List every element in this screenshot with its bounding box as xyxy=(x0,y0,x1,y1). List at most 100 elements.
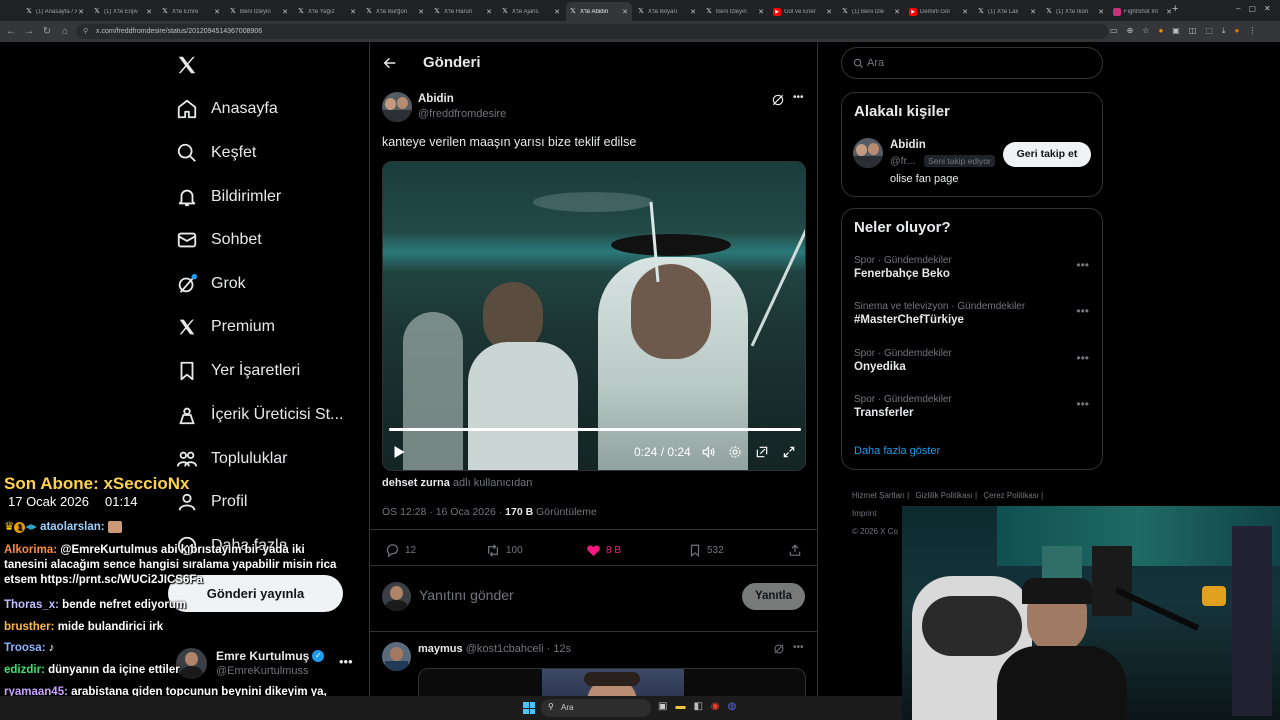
browser-tab[interactable]: 𝕏 X'te Yağız ✕ xyxy=(294,2,360,21)
cast-icon[interactable]: ▭ xyxy=(1110,26,1118,36)
bookmark-action[interactable]: 532 xyxy=(688,543,724,558)
trend-item[interactable]: Spor · Gündemdekiler Onyedika xyxy=(854,348,1092,373)
browser-tab[interactable]: 𝕏 X'te Abidin ✕ xyxy=(566,2,632,21)
file-explorer-icon[interactable]: ▬ xyxy=(675,701,685,712)
more-dots-icon[interactable]: ••• xyxy=(1076,258,1089,272)
puzzle-icon[interactable]: ⬚ xyxy=(1205,26,1213,36)
show-more-link[interactable]: Daha fazla göster xyxy=(854,445,940,457)
close-tab-icon[interactable]: ✕ xyxy=(893,8,901,16)
windows-start-icon[interactable] xyxy=(523,702,535,714)
close-tab-icon[interactable]: ✕ xyxy=(281,8,289,16)
close-tab-icon[interactable]: ✕ xyxy=(485,8,493,16)
back-arrow-icon[interactable] xyxy=(382,55,398,71)
close-tab-icon[interactable]: ✕ xyxy=(77,8,85,16)
browser-tab[interactable]: 𝕏 (1) Anasayfa / X ✕ xyxy=(22,2,88,21)
relevant-handle[interactable]: @fr... xyxy=(890,155,915,167)
close-tab-icon[interactable]: ✕ xyxy=(417,8,425,16)
close-tab-icon[interactable]: ✕ xyxy=(1029,8,1037,16)
reload-icon[interactable]: ↻ xyxy=(38,26,56,37)
reply-input[interactable]: Yanıtını gönder xyxy=(419,587,514,603)
extension-icon[interactable]: ▣ xyxy=(1172,26,1180,36)
grok-post-icon[interactable] xyxy=(771,93,785,107)
settings-gear-icon[interactable] xyxy=(728,445,742,459)
close-tab-icon[interactable]: ✕ xyxy=(1097,8,1105,16)
nav-home[interactable]: Anasayfa xyxy=(176,94,278,124)
post-timestamp[interactable]: ÖS 12:28 · 16 Oca 2026 · xyxy=(382,506,502,518)
browser-tab[interactable]: 𝕏 X'te Ajans ✕ xyxy=(498,2,564,21)
more-dots-icon[interactable]: ••• xyxy=(339,654,353,669)
play-icon[interactable] xyxy=(393,445,406,459)
nav-messages[interactable]: Sohbet xyxy=(176,225,262,255)
nav-notifications[interactable]: Bildirimler xyxy=(176,182,281,212)
taskbar-search[interactable]: ⚲ Ara xyxy=(541,699,651,717)
address-bar[interactable]: ⚲ x.com/freddfromdesire/status/2012094514… xyxy=(76,24,1108,39)
close-tab-icon[interactable]: ✕ xyxy=(145,8,153,16)
forward-icon[interactable]: → xyxy=(20,26,38,37)
nav-communities[interactable]: Topluluklar xyxy=(176,444,287,474)
close-tab-icon[interactable]: ✕ xyxy=(621,8,629,16)
browser-tab[interactable]: 𝕏 X'te Boyarı ✕ xyxy=(634,2,700,21)
fullscreen-icon[interactable] xyxy=(782,445,796,459)
browser-tab[interactable]: 𝕏 (1) X'te Lali ✕ xyxy=(974,2,1040,21)
footer-link[interactable]: Hizmet Şartları xyxy=(852,491,905,500)
reply-author-name[interactable]: maymus xyxy=(418,643,463,655)
nav-bookmarks[interactable]: Yer İşaretleri xyxy=(176,356,300,386)
task-view-icon[interactable]: ▣ xyxy=(658,701,667,712)
relevant-name[interactable]: Abidin xyxy=(890,139,926,151)
menu-icon[interactable]: ⋮ xyxy=(1248,26,1256,36)
search-box[interactable]: Ara xyxy=(841,47,1103,79)
relevant-avatar[interactable] xyxy=(853,138,883,168)
browser-tab[interactable]: 𝕏 X'te Emre ✕ xyxy=(158,2,224,21)
more-dots-icon[interactable]: ••• xyxy=(793,642,804,653)
browser-tab[interactable]: 𝕏 (1) X'te İkon ✕ xyxy=(1042,2,1108,21)
reply-action[interactable]: 12 xyxy=(385,543,416,558)
like-action[interactable]: 8 B xyxy=(586,543,621,558)
download-icon[interactable]: ⤓ xyxy=(1222,26,1226,36)
reply-button[interactable]: Yanıtla xyxy=(742,583,805,610)
author-handle[interactable]: @freddfromdesire xyxy=(418,108,506,120)
star-icon[interactable]: ☆ xyxy=(1142,26,1149,36)
close-tab-icon[interactable]: ✕ xyxy=(689,8,697,16)
reply-avatar[interactable] xyxy=(382,642,411,671)
footer-link[interactable]: Gizlilik Politikası xyxy=(915,491,972,500)
author-avatar[interactable] xyxy=(382,92,412,122)
zoom-icon[interactable]: ⊕ xyxy=(1127,26,1134,36)
credit-user[interactable]: dehset zurna xyxy=(382,477,450,489)
window-controls[interactable]: –▢✕ xyxy=(1236,4,1279,13)
browser-tab[interactable]: 𝕏 (1) Beni İzle ✕ xyxy=(838,2,904,21)
extension-icon[interactable]: ● xyxy=(1158,26,1163,36)
grok-post-icon[interactable] xyxy=(773,643,785,655)
home-icon[interactable]: ⌂ xyxy=(56,26,74,37)
more-dots-icon[interactable]: ••• xyxy=(793,92,804,103)
chrome-icon[interactable]: ◉ xyxy=(711,701,720,712)
share-icon[interactable] xyxy=(788,543,802,558)
reply-author-handle[interactable]: @kost1cbahceli xyxy=(466,643,544,655)
discord-icon[interactable]: ◍ xyxy=(728,701,737,712)
new-tab-button[interactable]: + xyxy=(1172,3,1178,15)
browser-tab[interactable]: 𝕏 X'te Burğon ✕ xyxy=(362,2,428,21)
browser-tab[interactable]: 𝕏 X'te Harun ✕ xyxy=(430,2,496,21)
browser-tab[interactable]: ▶ Demirli Göl ✕ xyxy=(906,2,972,21)
close-tab-icon[interactable]: ✕ xyxy=(825,8,833,16)
more-dots-icon[interactable]: ••• xyxy=(1076,397,1089,411)
close-tab-icon[interactable]: ✕ xyxy=(213,8,221,16)
browser-tab[interactable]: 𝕏 Beni İzleyin ✕ xyxy=(226,2,292,21)
close-tab-icon[interactable]: ✕ xyxy=(553,8,561,16)
footer-link[interactable]: Çerez Politikası xyxy=(983,491,1039,500)
video-player[interactable]: 0:24 / 0:24 xyxy=(382,161,806,471)
volume-icon[interactable] xyxy=(701,445,716,459)
browser-tab[interactable]: ▶ Gol ve Ener ✕ xyxy=(770,2,836,21)
profile-avatar[interactable]: ● xyxy=(1235,26,1240,36)
trend-item[interactable]: Spor · Gündemdekiler Transferler xyxy=(854,394,1092,419)
nav-grok[interactable]: Grok xyxy=(176,269,246,299)
nav-explore[interactable]: Keşfet xyxy=(176,138,256,168)
close-tab-icon[interactable]: ✕ xyxy=(349,8,357,16)
extension-icon[interactable]: ◫ xyxy=(1189,26,1197,36)
account-switcher[interactable]: Emre Kurtulmuş ✓ @EmreKurtulmuss ••• xyxy=(176,646,356,682)
footer-link[interactable]: Imprint xyxy=(852,509,876,518)
author-name[interactable]: Abidin xyxy=(418,93,454,105)
browser-tab[interactable]: 𝕏 (1) X'te Enjiv ✕ xyxy=(90,2,156,21)
more-dots-icon[interactable]: ••• xyxy=(1076,304,1089,318)
reply-time[interactable]: · 12s xyxy=(547,643,571,655)
nav-premium[interactable]: Premium xyxy=(176,312,275,342)
